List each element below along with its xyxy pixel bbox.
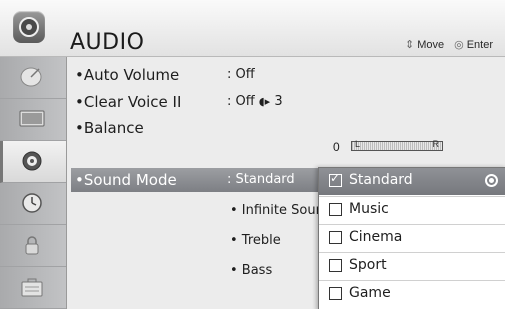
- bass-item[interactable]: • Bass: [230, 263, 272, 278]
- enter-hint: ◎ Enter: [454, 39, 493, 51]
- sound-mode-option-music[interactable]: Music: [319, 197, 505, 224]
- page-title: AUDIO: [70, 30, 145, 55]
- tv-picture-icon: [19, 110, 45, 127]
- audio-menu-screen: AUDIO ⇕ Move ◎ Enter •Auto Volume: Off …: [0, 0, 505, 309]
- sound-mode-label: •Sound Mode: [75, 171, 177, 189]
- satellite-dish-icon: [20, 67, 42, 87]
- navigation-hints: ⇕ Move ◎ Enter: [405, 38, 493, 51]
- balance-slider[interactable]: L R: [351, 139, 443, 151]
- sidebar-item-lock[interactable]: [0, 225, 66, 267]
- infinite-sound-item[interactable]: • Infinite Soun: [230, 203, 324, 218]
- checkbox-icon: [329, 259, 342, 272]
- treble-item[interactable]: • Treble: [230, 233, 281, 248]
- balance-label: •Balance: [75, 119, 144, 137]
- speaker-icon: [13, 11, 45, 43]
- ok-button-icon: ◎: [454, 39, 464, 51]
- checkbox-checked-icon: [329, 171, 342, 187]
- auto-volume-label: •Auto Volume: [75, 66, 180, 84]
- sound-mode-dropdown: Standard Music Cinema Sport Game: [318, 167, 505, 309]
- lock-icon: [25, 236, 39, 255]
- menu-header: AUDIO ⇕ Move ◎ Enter: [0, 0, 505, 57]
- selected-radio-icon: [485, 174, 498, 187]
- sidebar-item-option[interactable]: [0, 267, 66, 309]
- clear-voice-value: : Off ◖▸ 3: [227, 94, 283, 109]
- move-hint: ⇕ Move: [404, 39, 445, 51]
- sidebar-item-channel[interactable]: [0, 57, 66, 99]
- speaker-icon: [22, 151, 42, 171]
- sound-mode-option-standard[interactable]: Standard: [319, 168, 505, 195]
- sound-mode-option-sport[interactable]: Sport: [319, 253, 505, 280]
- balance-value: 0: [333, 140, 340, 154]
- sidebar-item-picture[interactable]: [0, 99, 66, 141]
- clear-voice-label: •Clear Voice II: [75, 93, 182, 111]
- sidebar-item-time[interactable]: [0, 183, 66, 225]
- sound-mode-option-game[interactable]: Game: [319, 281, 505, 308]
- directional-pad-icon: ⇕: [404, 39, 415, 51]
- checkbox-icon: [329, 287, 342, 300]
- sidebar-item-audio[interactable]: [0, 141, 66, 183]
- voice-level-icon: ◖▸: [258, 95, 271, 108]
- checkbox-icon: [329, 203, 342, 216]
- auto-volume-row[interactable]: •Auto Volume : Off: [71, 63, 505, 87]
- auto-volume-value: : Off: [227, 67, 255, 82]
- checkbox-icon: [329, 231, 342, 244]
- clock-icon: [22, 193, 42, 213]
- options-briefcase-icon: [21, 278, 43, 297]
- balance-row[interactable]: •Balance: [71, 116, 505, 140]
- category-sidebar: [0, 57, 67, 309]
- sound-mode-option-cinema[interactable]: Cinema: [319, 225, 505, 252]
- sound-mode-value: : Standard: [227, 172, 295, 187]
- clear-voice-row[interactable]: •Clear Voice II : Off ◖▸ 3: [71, 90, 505, 114]
